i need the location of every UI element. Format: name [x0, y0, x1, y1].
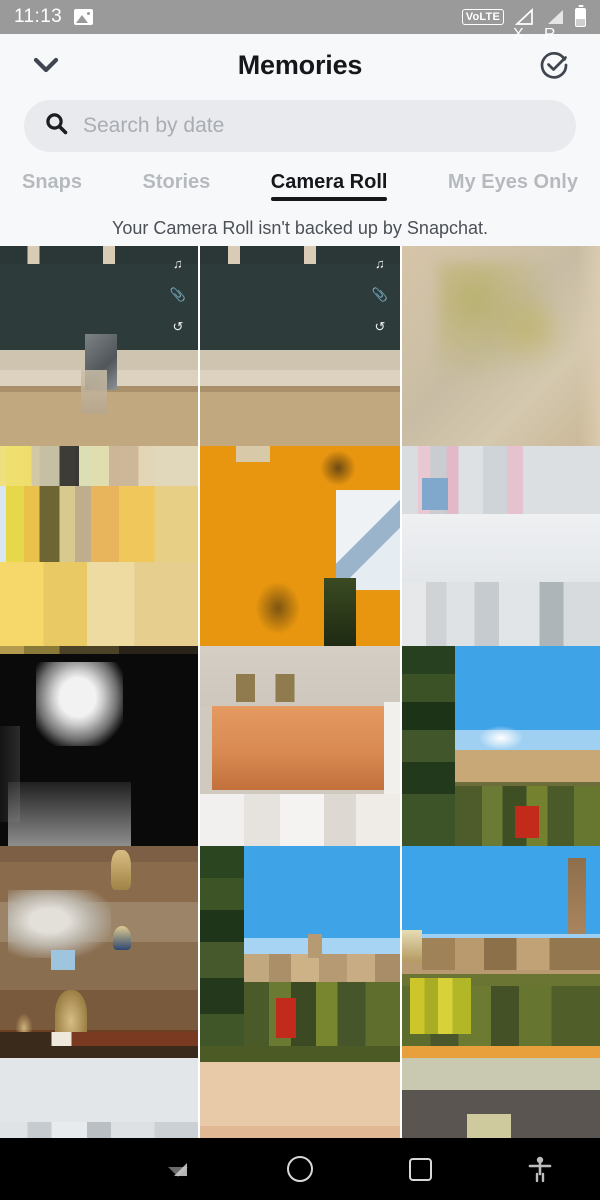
laptop-bezel — [0, 246, 198, 264]
search-input[interactable]: Search by date — [83, 114, 224, 138]
signal-bars-x-icon: X — [513, 8, 535, 43]
chevron-down-icon[interactable] — [26, 45, 66, 85]
photo-laptop-screen-1[interactable]: ♫ 📎 ↺ — [0, 246, 198, 446]
status-bar: 11:13 VoLTE X R — [0, 0, 600, 43]
photo-orange-tan-object[interactable] — [200, 646, 400, 846]
sky3-figure — [402, 930, 423, 962]
paperclip-icon: 📎 — [371, 287, 388, 302]
overlay-icons: ♫ 📎 ↺ — [372, 256, 388, 335]
sky2-red-accent — [276, 998, 296, 1038]
photo-beige-stain[interactable] — [402, 246, 600, 446]
app-header: Memories — [0, 34, 600, 96]
sky1-red-accent — [515, 806, 540, 838]
photo-blue-sky-landscape-2[interactable] — [200, 846, 400, 1046]
accessibility-icon[interactable] — [480, 1154, 600, 1184]
phone-screen: 11:13 VoLTE X R Memories Search by date … — [0, 0, 600, 1200]
sky2-trees — [200, 846, 244, 1046]
music-note-icon: ♫ — [375, 256, 385, 271]
laptop-bezel — [200, 246, 400, 264]
overlay-icons: ♫ 📎 ↺ — [170, 256, 186, 335]
dark-body — [7, 782, 131, 846]
search-icon — [44, 111, 69, 141]
tan-orange-body — [212, 706, 384, 790]
photo-pink-pattern[interactable] — [402, 446, 600, 646]
tab-camera-roll[interactable]: Camera Roll — [270, 171, 387, 201]
signal-x-label: X — [513, 26, 524, 43]
tab-my-eyes-only[interactable]: My Eyes Only — [448, 171, 578, 201]
home-circle-icon[interactable] — [240, 1156, 360, 1182]
photo-icon — [74, 9, 94, 25]
status-bar-clock: 11:13 — [14, 6, 63, 27]
orange-dark-blob — [320, 450, 356, 486]
back-triangle-icon[interactable] — [120, 1154, 240, 1184]
dark-top-band — [0, 646, 198, 654]
sky3-yellow-field — [410, 978, 471, 1034]
tan-bottom-band — [200, 794, 400, 846]
partial3-object — [466, 1114, 512, 1138]
photo-dark-portrait[interactable] — [0, 646, 198, 846]
brown-figure-1 — [110, 850, 131, 890]
search-bar[interactable]: Search by date — [24, 100, 576, 152]
yellow-top-band — [0, 446, 198, 486]
tan-marks — [236, 674, 304, 702]
photo-partial-3[interactable] — [402, 1046, 600, 1138]
signal-bars-r-icon: R — [544, 8, 566, 43]
sky2-buildings — [244, 954, 400, 982]
memories-tabs: Snaps Stories Camera Roll My Eyes Only — [0, 162, 600, 210]
photo-orange-surface[interactable] — [200, 446, 400, 646]
search-section: Search by date — [0, 96, 600, 162]
loop-icon: ↺ — [374, 319, 386, 334]
pink-bottom-band — [402, 582, 600, 646]
android-nav-bar — [0, 1138, 600, 1200]
backup-notice: Your Camera Roll isn't backed up by Snap… — [0, 210, 600, 246]
tab-snaps[interactable]: Snaps — [22, 171, 82, 201]
brown-base-band — [0, 1032, 198, 1046]
brown-highlight — [7, 890, 111, 958]
check-circle-icon[interactable] — [534, 45, 574, 85]
recents-square-icon[interactable] — [360, 1157, 480, 1181]
yellow-bottom-band — [0, 562, 198, 646]
sky3-tower — [567, 858, 586, 934]
photo-brown-figures[interactable] — [0, 846, 198, 1046]
status-bar-right: VoLTE X R — [461, 7, 586, 43]
paper-edge — [577, 246, 600, 446]
orange-blob — [256, 582, 300, 634]
sky1-buildings — [455, 750, 600, 790]
status-bar-left: 11:13 — [14, 6, 94, 28]
music-note-icon: ♫ — [173, 256, 183, 271]
volte-icon: VoLTE — [461, 8, 504, 26]
stain-blob-2 — [492, 290, 570, 370]
pink-blue-square — [422, 478, 449, 510]
sky2-foliage — [244, 982, 400, 1046]
camera-roll-grid[interactable]: ♫ 📎 ↺ ♫ 📎 ↺ — [0, 246, 600, 1138]
photo-laptop-screen-2[interactable]: ♫ 📎 ↺ — [200, 246, 400, 446]
sky3-wall — [422, 938, 600, 970]
sky1-cloud — [478, 726, 524, 750]
orange-dark-bar — [324, 578, 356, 646]
photo-blue-sky-landscape-1[interactable] — [402, 646, 600, 846]
sky1-trees — [402, 646, 455, 846]
partial1-band — [0, 1122, 198, 1138]
sky2-tower — [308, 934, 322, 958]
tan-right-edge — [384, 702, 400, 794]
brown-blue-patch — [51, 950, 76, 970]
photo-partial-1[interactable] — [0, 1046, 198, 1138]
loop-icon: ↺ — [172, 319, 184, 334]
signal-r-label: R — [544, 26, 556, 43]
screen-object-shadow — [81, 370, 107, 414]
pink-mid-band — [402, 514, 600, 582]
paperclip-icon: 📎 — [169, 287, 186, 302]
tab-stories[interactable]: Stories — [142, 171, 210, 201]
battery-icon — [575, 7, 586, 27]
photo-partial-2[interactable] — [200, 1046, 400, 1138]
photo-blue-sky-landscape-3[interactable] — [402, 846, 600, 1046]
photo-yellow-objects[interactable] — [0, 446, 198, 646]
orange-white-region — [336, 490, 400, 590]
page-title: Memories — [237, 49, 363, 80]
brown-figure-2 — [112, 926, 131, 950]
dark-highlight — [35, 662, 123, 746]
orange-top-band — [200, 446, 400, 462]
